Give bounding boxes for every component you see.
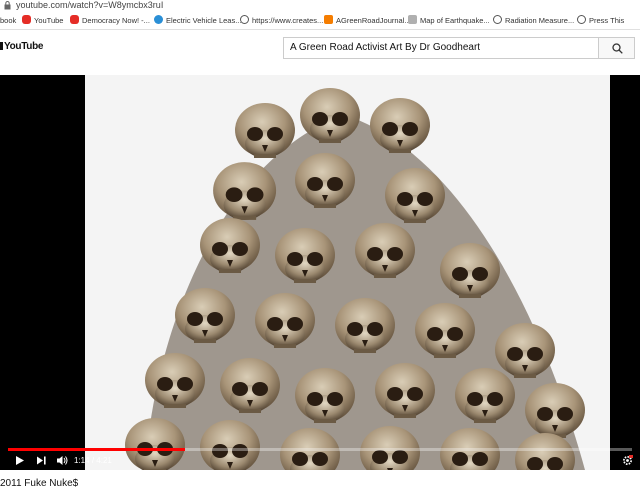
lock-icon	[4, 1, 11, 10]
bookmark-facebook[interactable]: book	[0, 15, 16, 27]
blogger-icon	[324, 15, 333, 24]
next-icon[interactable]	[36, 455, 47, 466]
map-icon	[408, 15, 417, 24]
current-time: 1:14	[74, 456, 90, 465]
bookmark-label: Democracy Now! -...	[82, 16, 150, 25]
bookmark-label: Press This	[589, 16, 625, 25]
time-separator: /	[91, 456, 95, 465]
progress-bar[interactable]	[8, 448, 632, 451]
bookmark-createspace[interactable]: https://www.creates...	[240, 15, 323, 27]
electric-icon	[154, 15, 163, 24]
url-text: youtube.com/watch?v=W8ymcbx3ruI	[16, 0, 164, 10]
bookmark-label: Electric Vehicle Leas...	[166, 16, 242, 25]
bookmarks-bar: book YouTube Democracy Now! -... Electri…	[0, 12, 640, 30]
bookmark-label: Map of Earthquake...	[420, 16, 490, 25]
bookmark-earthquake-map[interactable]: Map of Earthquake...	[408, 15, 490, 27]
bookmark-label: YouTube	[34, 16, 64, 25]
player-controls: 1:14 / 4:21	[0, 453, 640, 470]
youtube-logo-icon	[0, 42, 3, 50]
skull-pile-image	[125, 88, 585, 470]
bookmark-electric-vehicle[interactable]: Electric Vehicle Leas...	[154, 15, 241, 27]
bookmark-press-this[interactable]: Press This	[577, 15, 624, 27]
bookmark-label: Radiation Measure...	[505, 16, 575, 25]
youtube-logo[interactable]: YouTube	[0, 41, 44, 52]
bookmark-label: book	[0, 16, 17, 25]
duration: 4:21	[96, 456, 112, 465]
youtube-icon	[70, 15, 79, 24]
globe-icon	[493, 15, 502, 24]
bookmark-youtube[interactable]: YouTube	[22, 15, 63, 27]
progress-bar-played	[8, 448, 185, 451]
video-frame	[85, 75, 610, 470]
bookmark-agreenroad-journal[interactable]: AGreenRoadJournal...	[324, 15, 411, 27]
play-icon[interactable]	[14, 455, 25, 466]
volume-icon[interactable]	[56, 455, 68, 466]
youtube-header: YouTube A Green Road Activist Art By Dr …	[0, 31, 640, 65]
bookmark-label: AGreenRoadJournal...	[336, 16, 411, 25]
bookmark-label: https://www.creates...	[252, 16, 324, 25]
bookmark-radiation-measure[interactable]: Radiation Measure...	[493, 15, 574, 27]
youtube-icon	[22, 15, 31, 24]
browser-address-bar[interactable]: youtube.com/watch?v=W8ymcbx3ruI	[0, 0, 640, 12]
time-display: 1:14 / 4:21	[74, 456, 112, 465]
search-button[interactable]	[598, 37, 635, 59]
youtube-logo-text: YouTube	[4, 41, 44, 52]
video-player[interactable]: 1:14 / 4:21	[0, 75, 640, 470]
search-icon	[612, 43, 623, 54]
bookmark-democracy-now[interactable]: Democracy Now! -...	[70, 15, 150, 27]
video-title: 2011 Fuke Nuke$	[0, 478, 79, 489]
settings-gear-icon[interactable]	[622, 455, 633, 466]
globe-icon	[240, 15, 249, 24]
search-input[interactable]: A Green Road Activist Art By Dr Goodhear…	[283, 37, 598, 59]
globe-icon	[577, 15, 586, 24]
